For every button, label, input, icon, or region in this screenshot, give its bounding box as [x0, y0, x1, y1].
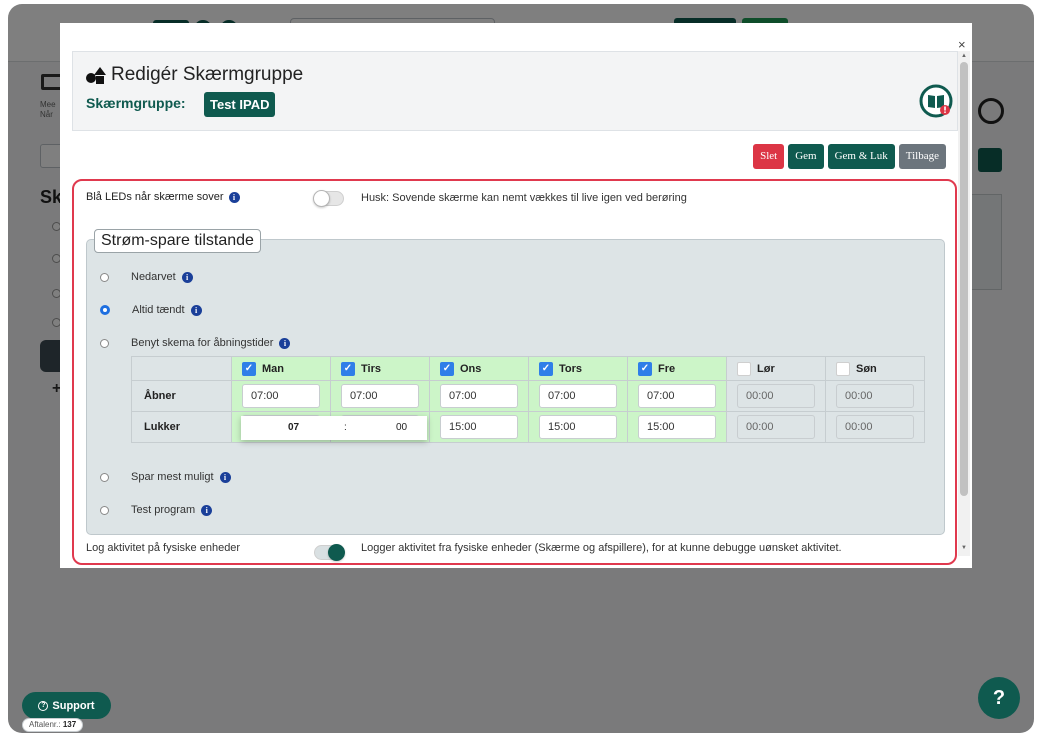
- modal-title: Redigér Skærmgruppe: [111, 64, 304, 85]
- help-book-icon[interactable]: [919, 84, 953, 118]
- support-label: Support: [52, 699, 95, 712]
- question-icon: ?: [38, 700, 49, 711]
- highlight-outline: [72, 179, 957, 565]
- agreement-prefix: Aftalenr.:: [29, 720, 61, 729]
- agreement-number: Aftalenr.: 137: [22, 718, 84, 732]
- scroll-up-icon[interactable]: ▲: [961, 53, 967, 59]
- save-close-button[interactable]: Gem & Luk: [827, 144, 895, 169]
- close-icon[interactable]: ×: [958, 37, 966, 52]
- scroll-down-icon[interactable]: ▼: [961, 545, 967, 551]
- support-button[interactable]: ? Support: [22, 692, 111, 719]
- modal-header: Redigér Skærmgruppe Skærmgruppe: Test IP…: [72, 51, 958, 131]
- back-button[interactable]: Tilbage: [898, 144, 946, 169]
- agreement-value: 137: [62, 720, 77, 729]
- edit-screen-group-modal: Redigér Skærmgruppe Skærmgruppe: Test IP…: [60, 23, 972, 568]
- group-label: Skærmgruppe:: [86, 95, 186, 111]
- group-name-badge: Test IPAD: [204, 92, 276, 117]
- scrollbar-thumb[interactable]: [960, 62, 968, 496]
- modal-scrollbar[interactable]: ▲ ▼: [958, 51, 970, 556]
- save-button[interactable]: Gem: [788, 144, 824, 169]
- action-bar: Slet Gem Gem & Luk Tilbage: [753, 144, 946, 169]
- delete-button[interactable]: Slet: [753, 144, 785, 169]
- shapes-icon: [86, 67, 106, 84]
- help-button[interactable]: ?: [978, 677, 1020, 719]
